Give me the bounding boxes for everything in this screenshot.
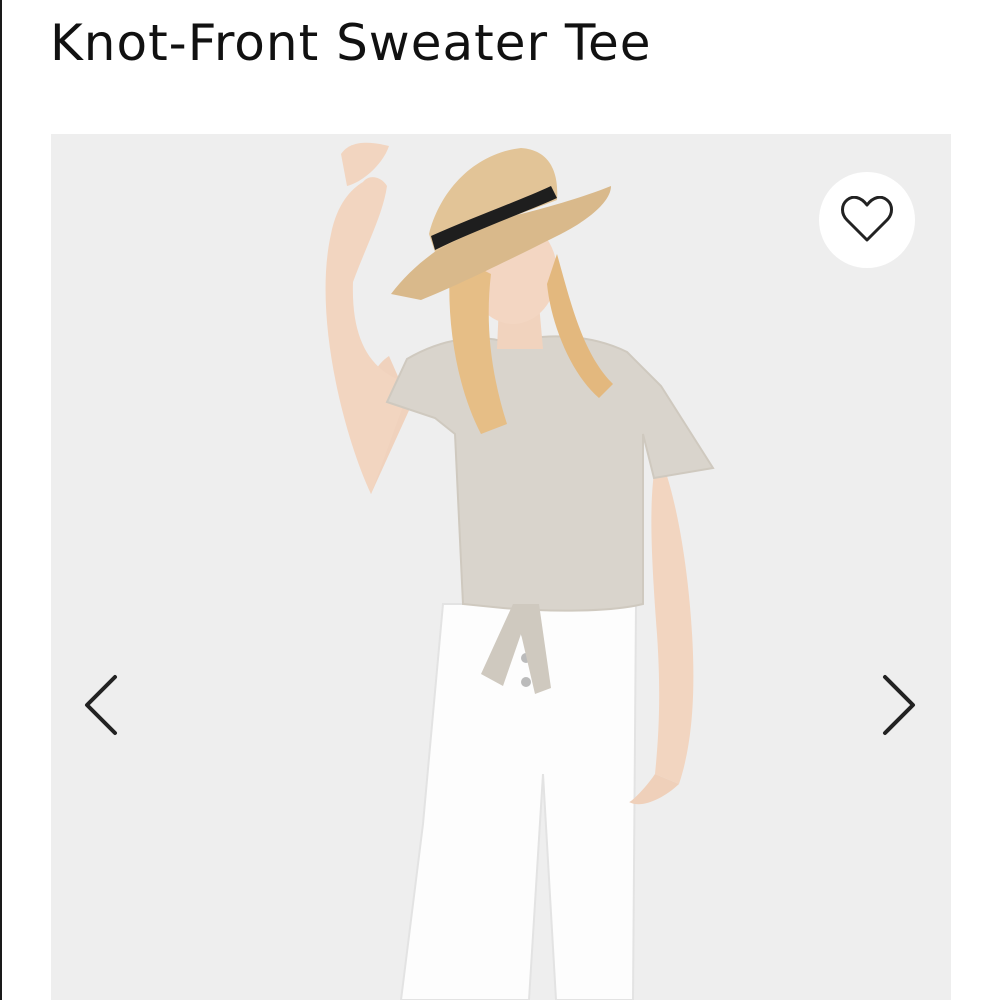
window-edge bbox=[0, 0, 2, 1000]
heart-outline-icon bbox=[841, 196, 893, 242]
chevron-right-icon bbox=[883, 675, 915, 735]
next-image-button[interactable] bbox=[869, 670, 929, 740]
product-title: Knot-Front Sweater Tee bbox=[50, 14, 652, 72]
product-image-gallery[interactable] bbox=[51, 134, 951, 1000]
product-photo bbox=[51, 134, 951, 1000]
favorite-button[interactable] bbox=[819, 172, 915, 268]
previous-image-button[interactable] bbox=[71, 670, 131, 740]
chevron-left-icon bbox=[85, 675, 117, 735]
